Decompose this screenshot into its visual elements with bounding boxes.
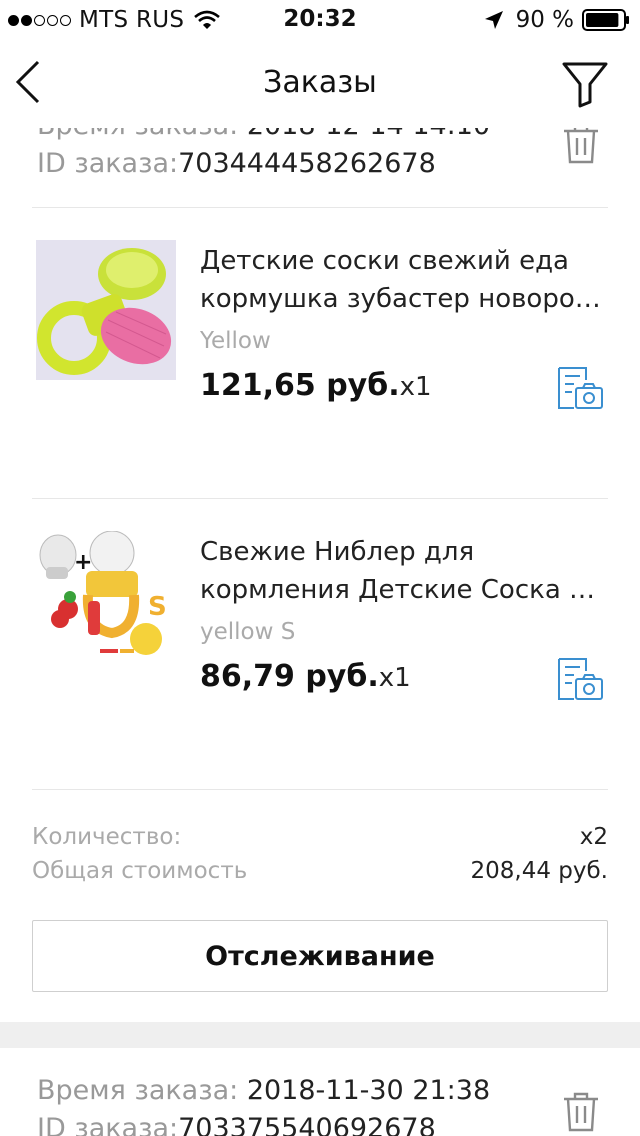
- battery-percent: 90 %: [515, 7, 574, 33]
- order-time-value: 2018-11-30 21:38: [246, 1075, 491, 1106]
- price-row: 121,65 руб.x1: [200, 368, 432, 403]
- orders-list[interactable]: Время заказа: 2018-12-14 14:10 ID заказа…: [0, 0, 640, 1136]
- location-arrow-icon: [484, 11, 503, 29]
- order-id-value: 703444458262678: [178, 148, 436, 179]
- order-id-label: ID заказа:: [37, 1113, 179, 1136]
- product-title[interactable]: Свежие Ниблер для кормления Детские Соск…: [200, 533, 610, 609]
- product-image-nibbler-feeder[interactable]: + S: [36, 531, 176, 671]
- quantity-value: x2: [579, 824, 608, 850]
- product-quantity: x1: [378, 663, 411, 693]
- order-separator: [0, 1022, 640, 1048]
- page-title: Заказы: [263, 65, 377, 100]
- order-time: Время заказа: 2018-11-30 21:38: [37, 1072, 490, 1110]
- product-price: 86,79 руб.: [200, 659, 379, 694]
- navigation-bar: Заказы: [0, 40, 640, 128]
- product-quantity: x1: [399, 372, 432, 402]
- order-time-label: Время заказа:: [37, 1075, 239, 1106]
- product-variant: Yellow: [200, 328, 271, 354]
- total-row: Общая стоимость 208,44 руб.: [32, 858, 608, 884]
- product-title-line: кормления Детские Соска для: [200, 575, 610, 605]
- product-title-line: Детские соски свежий еда: [200, 246, 569, 276]
- filter-icon[interactable]: [560, 60, 610, 108]
- order-item[interactable]: Детские соски свежий еда кормушка зубаст…: [0, 240, 640, 530]
- divider: [32, 498, 608, 499]
- order-id: ID заказа:703444458262678: [37, 145, 436, 183]
- product-title-line: кормушка зубастер новорожденный: [200, 284, 610, 314]
- status-right: 90 %: [484, 6, 630, 34]
- track-order-button[interactable]: Отслеживание: [32, 920, 608, 992]
- photo-review-icon[interactable]: [556, 657, 604, 701]
- order-item[interactable]: + S Свежие Ниблер для кормления Детские …: [0, 531, 640, 821]
- trash-icon[interactable]: [563, 124, 599, 164]
- product-title-line: Свежие Ниблер для: [200, 537, 475, 567]
- quantity-label: Количество:: [32, 824, 182, 850]
- order-id-label: ID заказа:: [37, 148, 179, 179]
- quantity-row: Количество: x2: [32, 824, 608, 850]
- status-bar: MTS RUS 20:32 90 %: [0, 0, 640, 40]
- trash-icon[interactable]: [563, 1092, 599, 1132]
- order-id-value: 703375540692678: [178, 1113, 436, 1136]
- product-variant: yellow S: [200, 619, 296, 645]
- order-id: ID заказа:703375540692678: [37, 1110, 436, 1136]
- divider: [32, 207, 608, 208]
- product-price: 121,65 руб.: [200, 368, 400, 403]
- price-row: 86,79 руб.x1: [200, 659, 411, 694]
- divider: [32, 789, 608, 790]
- total-value: 208,44 руб.: [470, 858, 609, 884]
- svg-text:S: S: [148, 592, 167, 622]
- product-title[interactable]: Детские соски свежий еда кормушка зубаст…: [200, 242, 610, 318]
- total-label: Общая стоимость: [32, 858, 248, 884]
- product-image-pacifier-feeder[interactable]: [36, 240, 176, 380]
- photo-review-icon[interactable]: [556, 366, 604, 410]
- battery-icon: [582, 9, 629, 31]
